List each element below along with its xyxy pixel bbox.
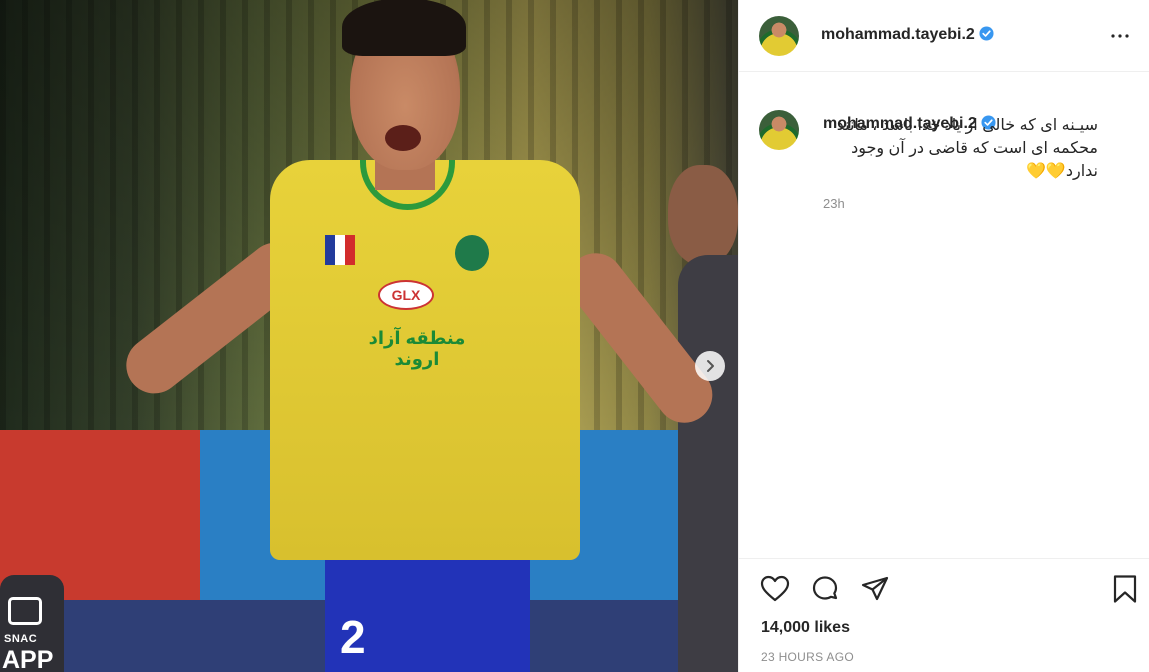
share-button[interactable] <box>859 573 891 605</box>
paper-plane-icon <box>861 576 889 601</box>
club-badge <box>455 235 489 271</box>
france-flag-patch <box>325 235 355 265</box>
carousel-next-button[interactable] <box>695 351 725 381</box>
phone-icon <box>8 597 42 625</box>
instagram-post: 2 GLX منطقه آزاد اروند SNAC APP mohammad… <box>0 0 1149 672</box>
post-side-panel: mohammad.tayebi.2 mohammad.tayebi.2 سیـن… <box>738 0 1149 672</box>
post-actions: 14,000 likes 23 HOURS AGO <box>739 558 1149 672</box>
comment-timestamp[interactable]: 23h <box>823 196 845 211</box>
avatar[interactable] <box>759 16 799 56</box>
post-header: mohammad.tayebi.2 <box>739 0 1149 72</box>
like-button[interactable] <box>759 573 791 605</box>
comment-icon <box>812 576 838 600</box>
post-photo[interactable]: 2 GLX منطقه آزاد اروند SNAC APP <box>0 0 738 672</box>
post-timestamp[interactable]: 23 HOURS AGO <box>761 650 854 664</box>
likes-count[interactable]: 14,000 likes <box>761 619 850 637</box>
bookmark-icon <box>1113 575 1137 603</box>
chevron-right-icon <box>707 360 714 372</box>
verified-badge-icon <box>979 26 994 41</box>
header-username[interactable]: mohammad.tayebi.2 <box>821 26 994 44</box>
snac-app-watermark: SNAC APP <box>0 575 64 672</box>
jersey-number: 2 <box>340 611 366 663</box>
more-options-button[interactable] <box>1108 24 1132 48</box>
heart-icon <box>760 575 790 602</box>
more-horizontal-icon <box>1111 34 1129 38</box>
jersey-sponsor-text: منطقه آزاد اروند <box>368 328 466 369</box>
player-hair <box>342 0 466 56</box>
yellow-heart-emoji: 💛💛 <box>1026 163 1066 180</box>
celebrating-player: 2 GLX منطقه آزاد اروند <box>115 0 724 672</box>
jersey-sponsor-logo: GLX <box>378 280 434 310</box>
save-button[interactable] <box>1109 573 1141 605</box>
comment-button[interactable] <box>809 573 841 605</box>
player-mouth <box>385 125 421 151</box>
avatar[interactable] <box>759 110 799 150</box>
caption-text: سیـنه ای که خالی از یاد خدا باشد ، مانند… <box>836 117 1098 180</box>
